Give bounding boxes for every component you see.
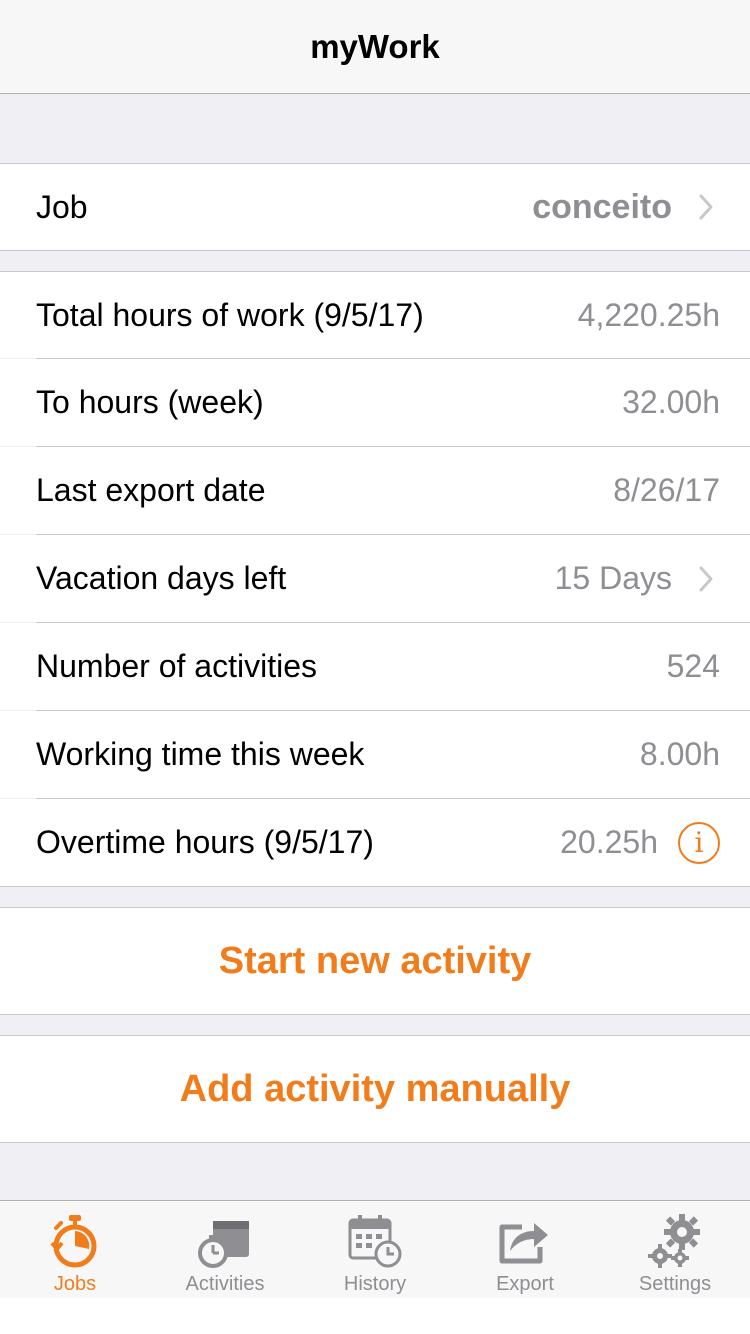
tab-label: Activities (185, 1273, 265, 1295)
start-new-activity-label: Start new activity (218, 939, 532, 982)
home-indicator-area (0, 1298, 750, 1334)
stat-value: 8/26/17 (613, 472, 720, 508)
chevron-right-icon (692, 191, 720, 223)
add-activity-manually-label: Add activity manually (179, 1067, 571, 1110)
tab-settings[interactable]: Settings (600, 1201, 750, 1298)
chevron-right-icon (692, 563, 720, 595)
stopwatch-icon (45, 1211, 105, 1271)
divider (0, 886, 750, 887)
stat-value: 8.00h (639, 736, 720, 772)
job-label: Job (36, 188, 88, 225)
stat-row-vacation-days[interactable]: Vacation days left 15 Days (0, 535, 750, 622)
stat-value: 20.25h (560, 824, 658, 860)
start-new-activity-button[interactable]: Start new activity (0, 908, 750, 1014)
stat-row-working-time-week: Working time this week 8.00h (0, 711, 750, 798)
tab-jobs[interactable]: Jobs (0, 1201, 150, 1298)
stat-row-total-hours: Total hours of work (9/5/17) 4,220.25h (0, 272, 750, 358)
job-value: conceito (532, 187, 672, 226)
export-icon (495, 1211, 555, 1271)
divider (0, 1142, 750, 1143)
activities-icon (195, 1211, 255, 1271)
calendar-clock-icon (345, 1211, 405, 1271)
stat-label: Last export date (36, 472, 266, 508)
stat-value: 524 (666, 648, 720, 684)
divider (0, 1014, 750, 1015)
tab-label: Jobs (53, 1273, 97, 1295)
stat-row-activities-count: Number of activities 524 (0, 623, 750, 710)
divider (0, 250, 750, 251)
page-title: myWork (310, 27, 440, 65)
gears-icon (645, 1211, 705, 1271)
job-row[interactable]: Job conceito (0, 164, 750, 250)
screen: myWork Job conceito Total hours of work … (0, 0, 750, 1334)
stat-label: Working time this week (36, 736, 365, 772)
stat-value: 15 Days (554, 560, 672, 596)
stat-value: 32.00h (622, 384, 720, 420)
stat-label: To hours (week) (36, 384, 264, 420)
tab-history[interactable]: History (300, 1201, 450, 1298)
stat-label: Vacation days left (36, 560, 287, 596)
navigation-bar: myWork (0, 0, 750, 94)
stat-label: Overtime hours (9/5/17) (36, 824, 374, 860)
add-activity-manually-button[interactable]: Add activity manually (0, 1036, 750, 1142)
info-icon[interactable]: i (678, 821, 720, 864)
stat-row-overtime: Overtime hours (9/5/17) 20.25h i (0, 799, 750, 886)
stat-row-last-export: Last export date 8/26/17 (0, 447, 750, 534)
tab-label: Export (496, 1273, 554, 1295)
tab-bar: Jobs Activities History Export Settings (0, 1200, 750, 1298)
tab-label: Settings (638, 1273, 712, 1295)
tab-label: History (343, 1273, 407, 1295)
stat-row-week-hours: To hours (week) 32.00h (0, 359, 750, 446)
tab-export[interactable]: Export (450, 1201, 600, 1298)
stat-label: Number of activities (36, 648, 317, 684)
tab-activities[interactable]: Activities (150, 1201, 300, 1298)
stat-label: Total hours of work (9/5/17) (36, 296, 424, 333)
stat-value: 4,220.25h (577, 296, 720, 333)
